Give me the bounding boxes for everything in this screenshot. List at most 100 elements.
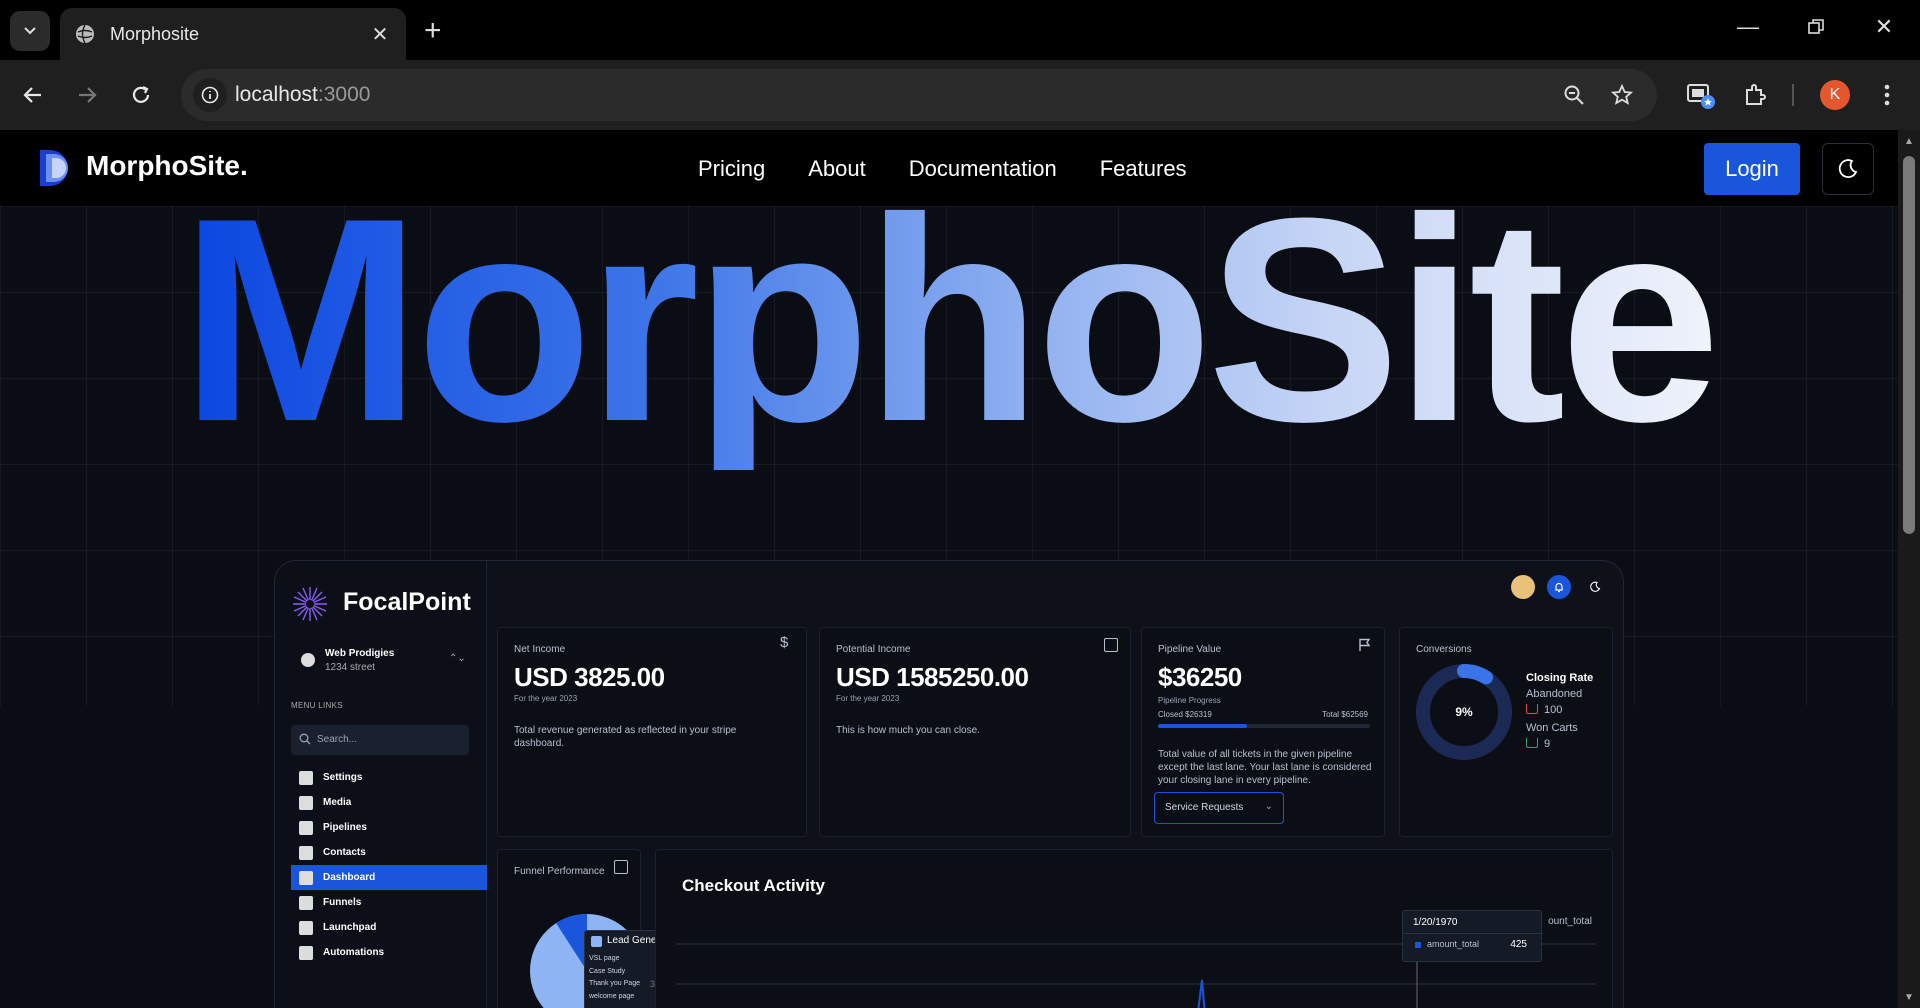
abandoned-label: Abandoned (1526, 688, 1583, 700)
site-info-icon[interactable] (193, 78, 227, 112)
card-description: This is how much you can close. (836, 725, 980, 736)
pipeline-value: $36250 (1158, 662, 1242, 692)
account-address: 1234 street (325, 662, 376, 673)
minimize-icon[interactable]: — (1733, 14, 1763, 40)
won-row: 9 (1526, 738, 1550, 750)
sidebar-item-automations[interactable]: Automations (291, 940, 487, 965)
account-switcher[interactable]: Web Prodigies 1234 street ⌃⌄ (289, 643, 469, 683)
tab-search-button[interactable] (10, 11, 50, 51)
window-close-icon[interactable]: ✕ (1869, 14, 1899, 40)
bookmark-star-icon[interactable] (1609, 82, 1635, 108)
address-bar[interactable]: localhost:3000 (181, 69, 1657, 121)
person-icon (299, 845, 313, 860)
flag-icon (1359, 638, 1371, 651)
row-name: welcome page (589, 992, 635, 1000)
chip-icon (299, 945, 313, 960)
pipeline-total: Total $62569 (1322, 710, 1368, 719)
close-icon[interactable]: ✕ (368, 22, 392, 47)
conversions-donut: 9% (1416, 664, 1512, 760)
menu-dots-icon[interactable] (1870, 78, 1904, 112)
hero-title: MorphoSite (180, 170, 1721, 470)
scroll-up-icon[interactable]: ▲ (1903, 136, 1915, 148)
flag-icon (299, 820, 313, 835)
tooltip-series: amount_total (1427, 939, 1480, 949)
potential-income-card: Potential Income USD 1585250.00 For the … (819, 627, 1131, 837)
row-name: VSL page (589, 955, 620, 962)
tooltip-swatch (1415, 942, 1421, 948)
profile-avatar[interactable]: K (1820, 80, 1850, 110)
theme-toggle-button[interactable] (1822, 143, 1874, 195)
sidebar-item-funnels[interactable]: Funnels (291, 890, 487, 915)
moon-icon[interactable] (1583, 575, 1607, 599)
card-sub: For the year 2023 (514, 694, 578, 703)
sidebar-item-launchpad[interactable]: Launchpad (291, 915, 487, 940)
menu-links-label: MENU LINKS (291, 701, 343, 710)
card-label: Pipeline Value (1158, 644, 1222, 655)
cast-icon[interactable] (1684, 78, 1718, 112)
gear-icon (299, 770, 313, 785)
tooltip-value: 425 (1510, 939, 1527, 950)
potential-income-value: USD 1585250.00 (836, 662, 1029, 692)
back-button[interactable] (16, 78, 50, 112)
net-income-card: Net Income $ USD 3825.00 For the year 20… (497, 627, 807, 837)
browser-toolbar: localhost:3000 K (0, 60, 1920, 130)
user-avatar[interactable] (1511, 575, 1535, 599)
forward-button[interactable] (70, 78, 104, 112)
pipeline-select[interactable]: Service Requests ⌄ (1154, 792, 1284, 824)
tooltip-swatch (591, 936, 602, 947)
reload-button[interactable] (124, 78, 158, 112)
contact-icon (614, 860, 628, 874)
chevron-updown-icon: ⌃⌄ (449, 653, 466, 664)
sidebar-item-settings[interactable]: Settings (291, 765, 487, 790)
card-label: Potential Income (836, 644, 911, 655)
sidebar-item-media[interactable]: Media (291, 790, 487, 815)
reload-icon (132, 86, 150, 103)
pipeline-closed: Closed $26319 (1158, 710, 1212, 719)
chevron-down-icon: ⌄ (1264, 801, 1273, 812)
app-name: FocalPoint (343, 588, 471, 616)
zoom-icon[interactable] (1561, 82, 1587, 108)
clipboard-icon (299, 920, 313, 935)
donut-percent: 9% (1455, 705, 1473, 719)
restore-icon[interactable] (1801, 14, 1831, 42)
database-icon (299, 795, 313, 810)
new-tab-button[interactable]: + (424, 14, 442, 48)
checkout-title: Checkout Activity (682, 876, 825, 895)
page-scrollbar[interactable]: ▲ ▼ (1898, 130, 1920, 1008)
bell-icon[interactable] (1547, 575, 1571, 599)
pipeline-progress-bar (1158, 724, 1370, 728)
sidebar-item-label: Funnels (323, 897, 362, 908)
browser-tab-bar: Morphosite ✕ + — ✕ (0, 0, 1920, 60)
arrow-right-icon (79, 87, 97, 103)
card-description: Total revenue generated as reflected in … (514, 725, 737, 749)
pipeline-progress-fill (1158, 724, 1248, 728)
globe-icon (76, 24, 94, 44)
scroll-down-icon[interactable]: ▼ (1903, 992, 1915, 1004)
extensions-icon[interactable] (1738, 78, 1772, 112)
tooltip-date: 1/20/1970 (1413, 917, 1458, 928)
page-viewport: MorphoSite. Pricing About Documentation … (0, 130, 1898, 1008)
focalpoint-logo-icon (293, 587, 327, 621)
sidebar-item-pipelines[interactable]: Pipelines (291, 815, 487, 840)
sidebar-item-label: Launchpad (323, 922, 377, 933)
url-text: localhost:3000 (235, 83, 370, 107)
conversions-card: Conversions 9% Closing Rate Abandoned 10… (1399, 627, 1613, 837)
pipeline-description: Total value of all tickets in the given … (1158, 749, 1372, 786)
funnel-performance-card: Funnel Performance Lead Generation 330 V… (497, 849, 732, 1008)
sidebar-menu: Settings Media Pipelines Contacts Dashbo… (291, 765, 487, 965)
abandoned-row: 100 (1526, 704, 1562, 716)
dashboard-sidebar: FocalPoint Web Prodigies 1234 street ⌃⌄ … (275, 561, 487, 1008)
sidebar-item-contacts[interactable]: Contacts (291, 840, 487, 865)
morphosite-logo-icon[interactable] (40, 148, 74, 188)
won-label: Won Carts (1526, 722, 1578, 734)
row-name: Thank you Page (589, 980, 640, 987)
sidebar-item-dashboard[interactable]: Dashboard (291, 865, 487, 890)
scroll-thumb[interactable] (1903, 156, 1915, 534)
sidebar-item-label: Media (323, 797, 352, 808)
browser-tab[interactable]: Morphosite ✕ (60, 8, 406, 60)
dashboard-preview: FocalPoint Web Prodigies 1234 street ⌃⌄ … (274, 560, 1624, 1008)
tooltip-divider (1403, 933, 1543, 934)
pipeline-progress-label: Pipeline Progress (1158, 696, 1221, 705)
sidebar-item-label: Settings (323, 772, 363, 783)
sidebar-search-input[interactable]: Search... (291, 725, 469, 755)
